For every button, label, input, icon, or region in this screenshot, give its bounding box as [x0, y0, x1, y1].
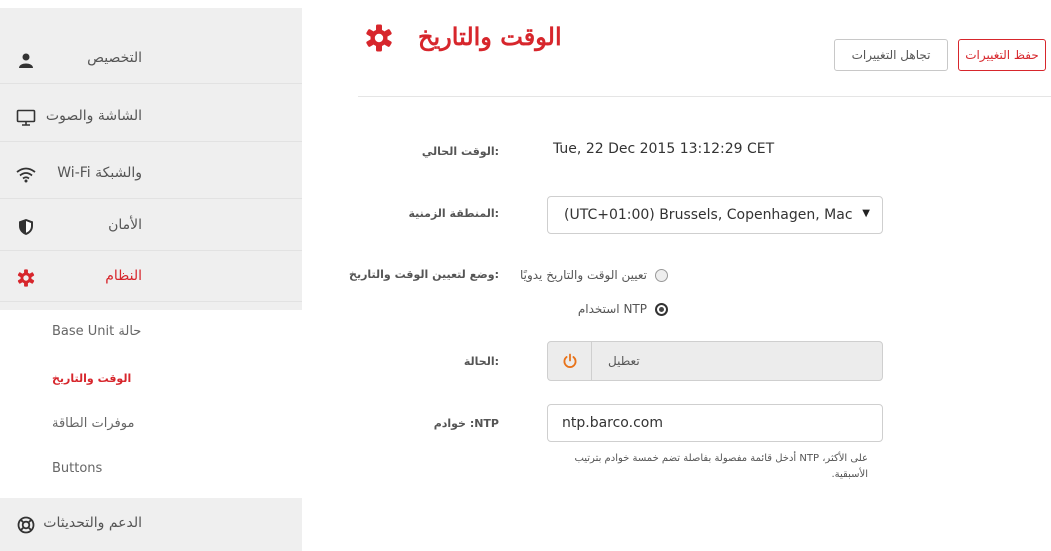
sidebar-item-label: الأمان — [108, 217, 142, 233]
header-divider — [358, 96, 1051, 97]
subnav-item-power-savers[interactable]: موفرات الطاقة — [52, 416, 134, 431]
ntp-help-text: على الأكثر، NTP أدخل قائمة مفصولة بفاصلة… — [574, 453, 868, 480]
sidebar-item-personalization[interactable]: التخصيص — [0, 36, 302, 84]
radio-option-manual[interactable]: تعيين الوقت والتاريخ يدويًا — [520, 268, 668, 282]
gear-icon — [365, 24, 393, 52]
subnav-item-buttons[interactable]: Buttons — [52, 461, 102, 476]
page-title: الوقت والتاريخ — [418, 22, 562, 51]
user-icon — [16, 50, 36, 70]
ntp-status-field: تعطيل — [547, 341, 883, 381]
ntp-servers-label: NTP: خوادم — [433, 417, 499, 430]
radio-manual[interactable] — [655, 268, 668, 282]
sidebar-item-display-audio[interactable]: الشاشة والصوت — [0, 94, 302, 142]
current-time-label: :الوقت الحالي — [421, 145, 499, 158]
radio-option-ntp[interactable]: NTP استخدام — [578, 302, 668, 316]
sidebar-item-support-updates[interactable]: الدعم والتحديثات — [0, 501, 302, 549]
sidebar-item-security[interactable]: الأمان — [0, 203, 302, 251]
wifi-icon — [16, 165, 36, 185]
current-time-value: Tue, 22 Dec 2015 13:12:29 CET — [553, 141, 775, 157]
sidebar-item-label: الدعم والتحديثات — [43, 515, 142, 531]
sidebar-item-system[interactable]: النظام — [0, 254, 302, 302]
time-mode-label: :وضع لتعيين الوقت والتاريخ — [349, 268, 499, 281]
discard-changes-button[interactable]: تجاهل التغييرات — [834, 39, 948, 71]
ntp-servers-input[interactable] — [547, 404, 883, 442]
timezone-label: :المنطقة الزمنية — [408, 207, 499, 220]
status-label: :الحالة — [463, 355, 499, 368]
shield-icon — [16, 217, 36, 237]
lifebuoy-icon — [16, 515, 36, 535]
gear-icon — [16, 268, 36, 288]
system-subnav: Base Unit حالة الوقت والتاريخ موفرات الط… — [0, 310, 302, 498]
radio-ntp[interactable] — [655, 302, 668, 316]
timezone-select[interactable]: (UTC+01:00) Brussels, Copenhagen, Mac ▼ — [547, 196, 883, 234]
radio-label-manual: تعيين الوقت والتاريخ يدويًا — [519, 268, 647, 282]
save-changes-button[interactable]: حفظ التغييرات — [958, 39, 1046, 71]
status-value: تعطيل — [608, 354, 640, 368]
sidebar-item-label: النظام — [105, 268, 142, 284]
subnav-item-time-date[interactable]: الوقت والتاريخ — [52, 372, 131, 385]
monitor-icon — [16, 108, 36, 128]
sidebar: التخصيص الشاشة والصوت والشبكة Wi-Fi الأم… — [0, 8, 302, 551]
sidebar-item-label: التخصيص — [87, 50, 142, 66]
subnav-item-base-unit-status[interactable]: Base Unit حالة — [52, 324, 141, 339]
radio-label-ntp: NTP استخدام — [577, 302, 647, 316]
timezone-selected-value: (UTC+01:00) Brussels, Copenhagen, Mac — [564, 207, 853, 223]
power-icon — [548, 342, 592, 380]
sidebar-item-label: الشاشة والصوت — [45, 108, 142, 124]
sidebar-item-wifi-network[interactable]: والشبكة Wi-Fi — [0, 151, 302, 199]
caret-down-icon: ▼ — [862, 208, 870, 219]
sidebar-item-label: والشبكة Wi-Fi — [57, 165, 142, 181]
